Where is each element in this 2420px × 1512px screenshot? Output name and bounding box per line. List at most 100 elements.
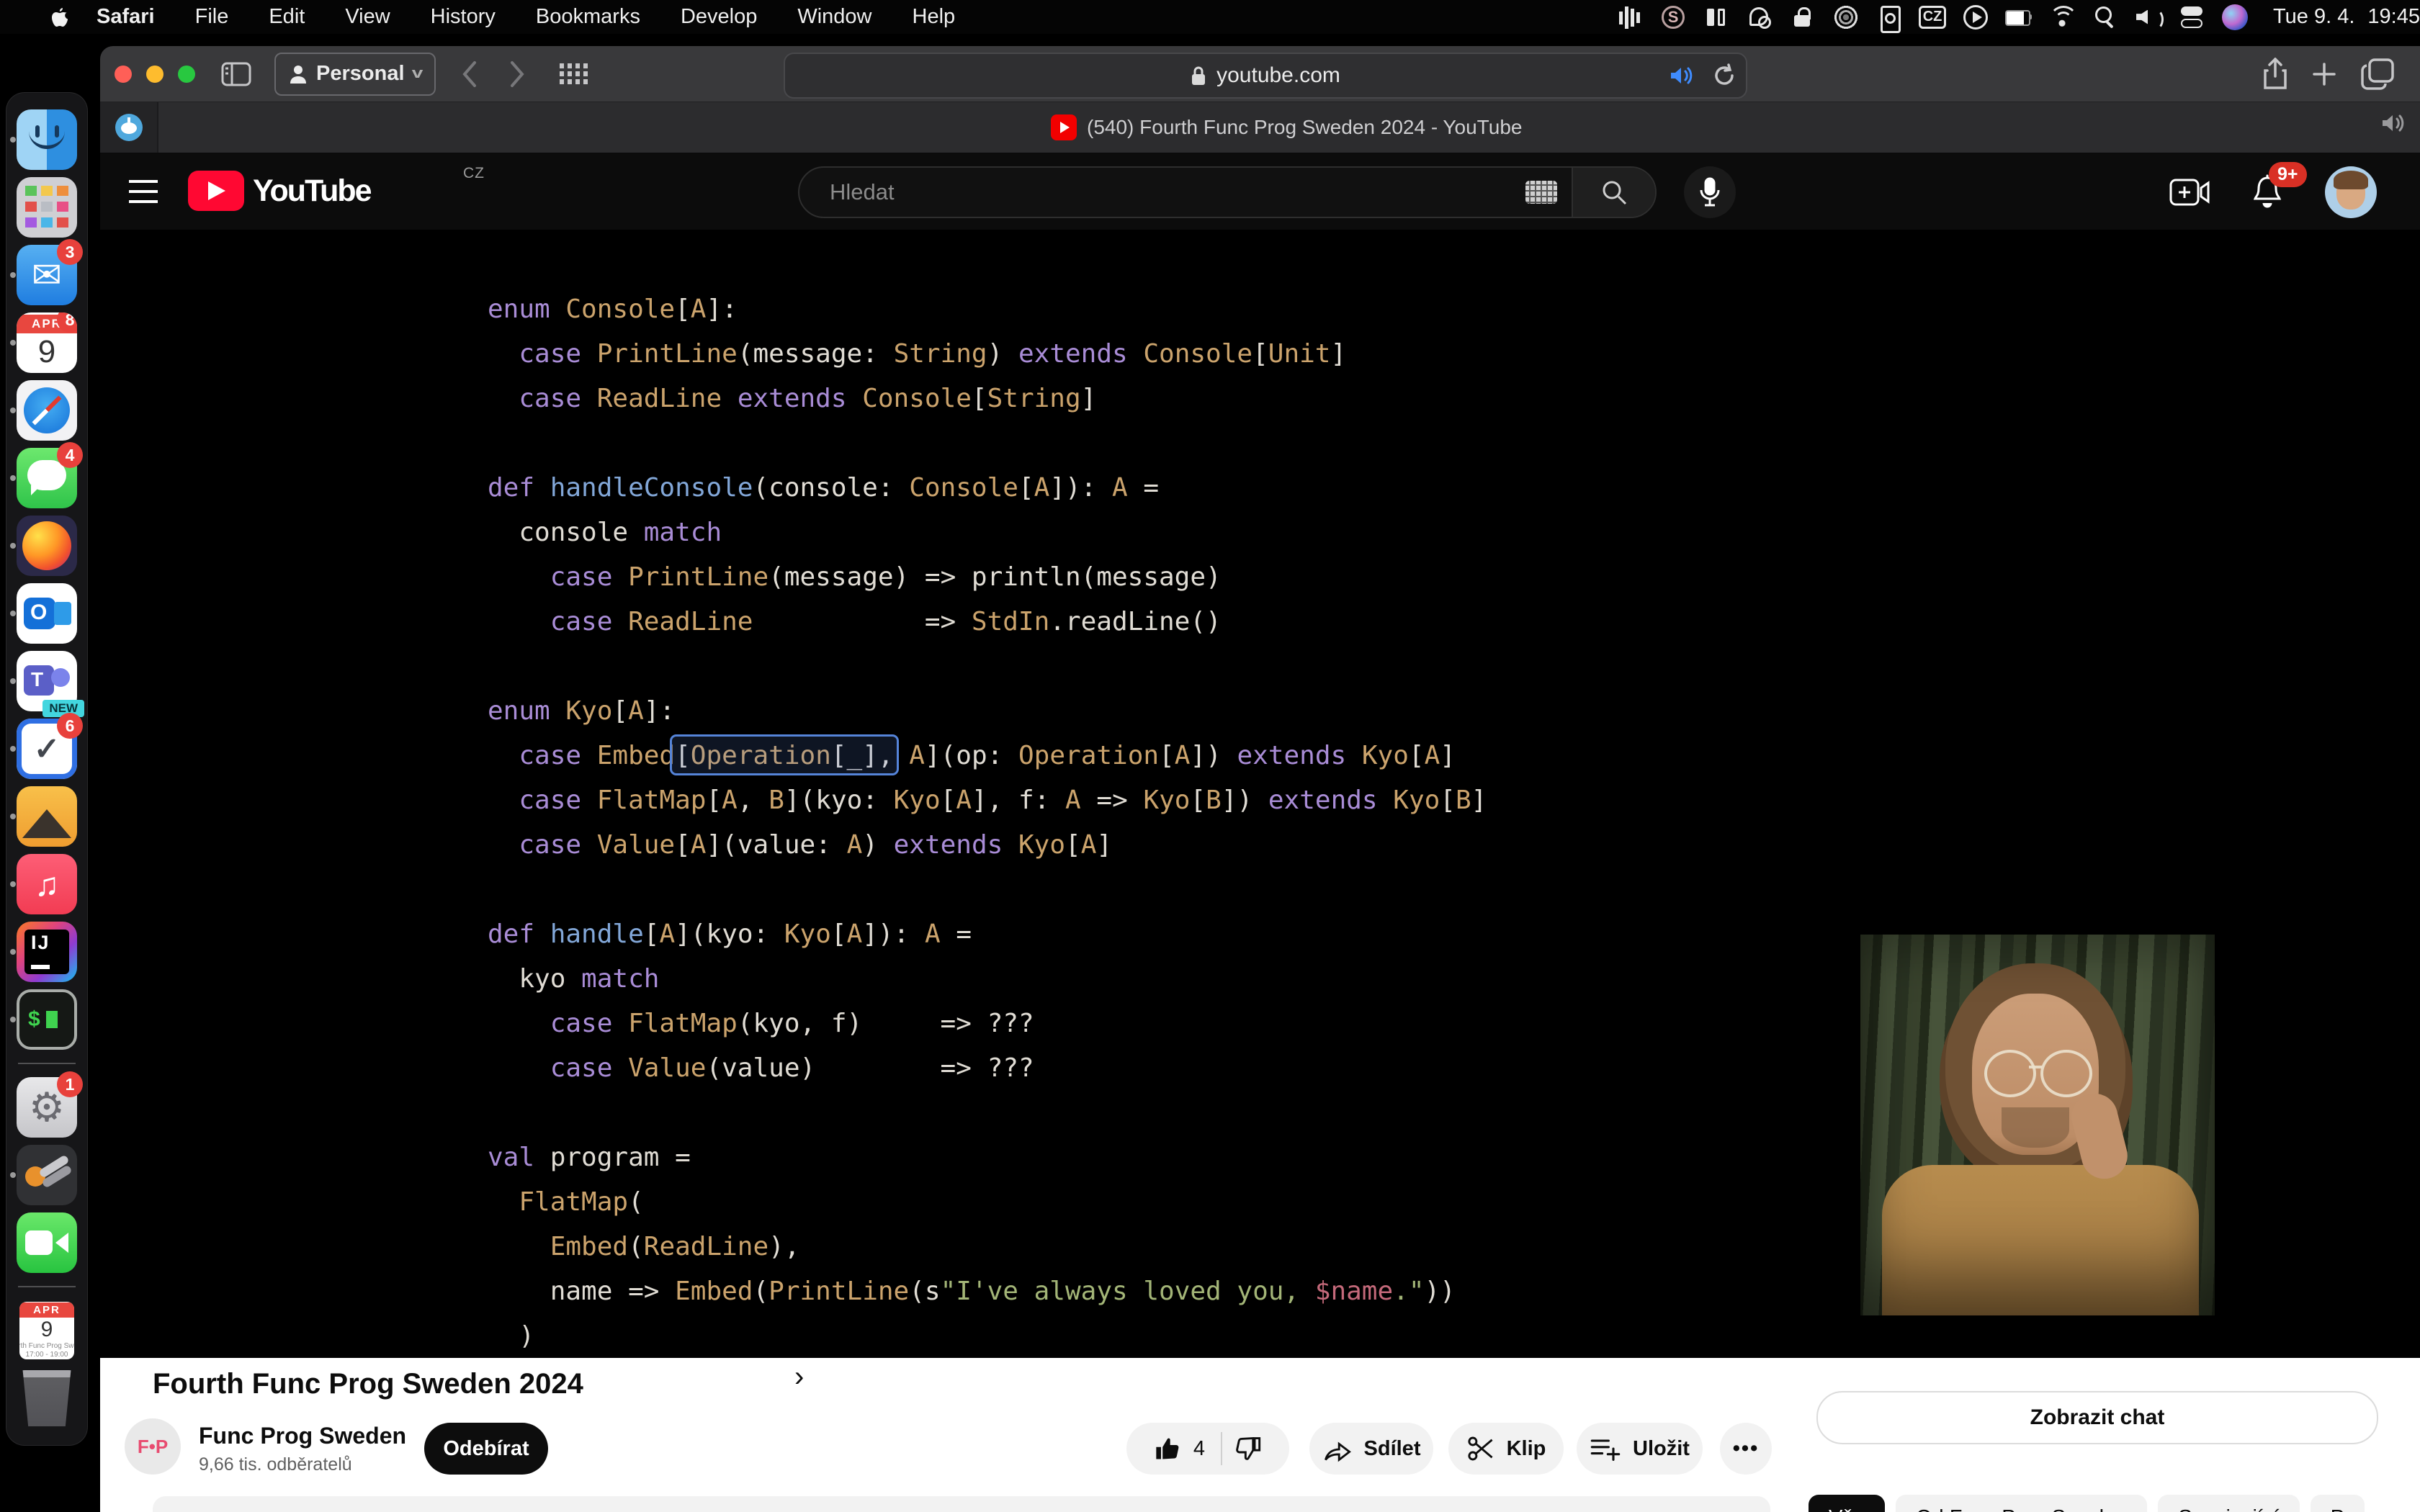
reload-icon[interactable] [1713,63,1736,88]
dock-terminal[interactable]: $ [13,986,81,1053]
tab-audio-mute-icon[interactable] [1670,65,1694,86]
more-actions-button[interactable]: ••• [1720,1423,1772,1475]
menu-develop[interactable]: Develop [660,5,777,29]
dock-calendar[interactable]: APR98 [13,309,81,377]
lock-edit-icon[interactable] [1786,1,1819,34]
dock-launchpad[interactable] [13,174,81,241]
spotlight-icon[interactable] [2089,1,2122,34]
dock-safari[interactable] [13,377,81,444]
menu-safari[interactable]: Safari [76,5,175,29]
share-icon[interactable] [2262,58,2289,91]
clock-date: Tue 9. 4. [2273,5,2354,29]
dock-messages[interactable]: 4 [13,444,81,512]
channel-avatar[interactable]: F•P [125,1418,181,1475]
address-bar[interactable]: youtube.com [784,53,1747,99]
dock-trash[interactable] [13,1364,81,1432]
audio-levels-icon[interactable] [1613,1,1646,34]
description-box[interactable] [153,1496,1770,1512]
dock-separator [18,1277,76,1297]
voice-search-button[interactable] [1684,166,1736,218]
pinned-tab-reddit[interactable] [100,102,158,153]
dislike-button[interactable] [1232,1434,1263,1463]
code-block: enum Console[A]: case PrintLine(message:… [488,287,1487,1359]
tab-overview-icon[interactable] [2361,58,2394,90]
share-button[interactable]: Sdílet [1309,1423,1433,1475]
dock-teams[interactable]: TNEW [13,647,81,715]
dock-keychain[interactable] [13,1141,81,1209]
avatar[interactable] [2325,166,2377,218]
siri-icon[interactable] [2222,4,2248,30]
menu-help[interactable]: Help [892,5,976,29]
dock-music[interactable]: ♫ [13,850,81,918]
dock-mail[interactable]: ✉3 [13,241,81,309]
dock-calendar-file[interactable]: APR9Fourth Func Prog Swed...17:00 - 19:0… [13,1297,81,1364]
like-button[interactable] [1153,1434,1183,1463]
dock-finder[interactable] [13,106,81,174]
forward-button[interactable] [508,60,526,89]
back-button[interactable] [460,60,479,89]
chip-P[interactable]: P [2311,1495,2365,1512]
close-window-button[interactable] [115,66,132,83]
code-line: case FlatMap[A, B](kyo: Kyo[A], f: A => … [488,778,1487,823]
minimize-window-button[interactable] [146,66,163,83]
chip-Související[interactable]: Související [2158,1495,2299,1512]
control-center-icon[interactable] [2175,1,2208,34]
profile-button[interactable]: Personal v [274,53,436,96]
messages-icon: 4 [17,448,77,508]
menu-bookmarks[interactable]: Bookmarks [516,5,660,29]
zoom-window-button[interactable] [178,66,195,83]
screen-time-icon[interactable] [1829,1,1863,34]
create-video-button[interactable] [2169,177,2210,207]
hand-time-icon[interactable] [1743,1,1776,34]
play-circle-icon[interactable] [1959,1,1992,34]
volume-icon[interactable] [2132,1,2165,34]
clip-button[interactable]: Klip [1448,1423,1564,1475]
code-line: enum Kyo[A]: [488,689,1487,734]
menu-bar: SafariFileEditViewHistoryBookmarksDevelo… [0,0,2420,34]
split-view-icon[interactable] [1700,1,1733,34]
dock-firefox[interactable] [13,512,81,580]
wifi-icon[interactable] [2045,1,2079,34]
hamburger-menu-icon[interactable] [129,180,158,203]
subscribe-button[interactable]: Odebírat [424,1423,548,1475]
window-audio-icon[interactable] [2381,112,2406,134]
battery-icon[interactable] [2002,1,2035,34]
menu-view[interactable]: View [325,5,410,29]
channel-name[interactable]: Func Prog Sweden [199,1423,406,1449]
search-button[interactable] [1572,168,1655,217]
dock-outlook[interactable]: O [13,580,81,647]
notifications-button[interactable]: 9+ [2250,174,2285,211]
search-input[interactable] [799,179,1525,206]
tab-group-grid-icon[interactable] [558,62,590,86]
keyboard-icon[interactable] [1525,181,1557,204]
s-badge-icon[interactable]: S [1657,1,1690,34]
chip-Vše[interactable]: Vše [1809,1495,1885,1512]
menu-edit[interactable]: Edit [248,5,325,29]
active-tab[interactable]: (540) Fourth Func Prog Sweden 2024 - You… [1051,102,1522,153]
chips-chevron-icon[interactable]: › [794,1361,2420,1393]
device-scan-icon[interactable] [1873,1,1906,34]
show-chat-button[interactable]: Zobrazit chat [1816,1391,2378,1444]
youtube-logo[interactable]: YouTube CZ [188,171,371,211]
dock-facetime[interactable] [13,1209,81,1277]
dock-graphics-app[interactable] [13,783,81,850]
calendar-icon: APR98 [17,312,77,373]
menu-window[interactable]: Window [777,5,892,29]
chip-Od Func Prog Sweden[interactable]: Od Func Prog Sweden [1896,1495,2147,1512]
menu-bar-clock[interactable]: Tue 9. 4. 19:45 [2273,5,2420,29]
new-tab-icon[interactable] [2310,60,2339,89]
apple-menu-icon[interactable] [50,6,69,28]
running-indicator [10,746,16,752]
safari-window: Personal v youtube.com [100,46,2420,1512]
video-player[interactable]: enum Console[A]: case PrintLine(message:… [100,230,2420,1359]
menu-file[interactable]: File [175,5,249,29]
dock-intellij[interactable]: IJ [13,918,81,986]
menu-history[interactable]: History [411,5,516,29]
dock-settings[interactable]: ⚙1 [13,1074,81,1141]
dock-todo[interactable]: ✓6 [13,715,81,783]
code-line [488,644,1487,689]
search-bar[interactable] [798,166,1657,218]
sidebar-toggle-icon[interactable] [221,62,251,86]
save-button[interactable]: Uložit [1577,1423,1703,1475]
input-source-icon[interactable]: CZ [1916,1,1949,34]
